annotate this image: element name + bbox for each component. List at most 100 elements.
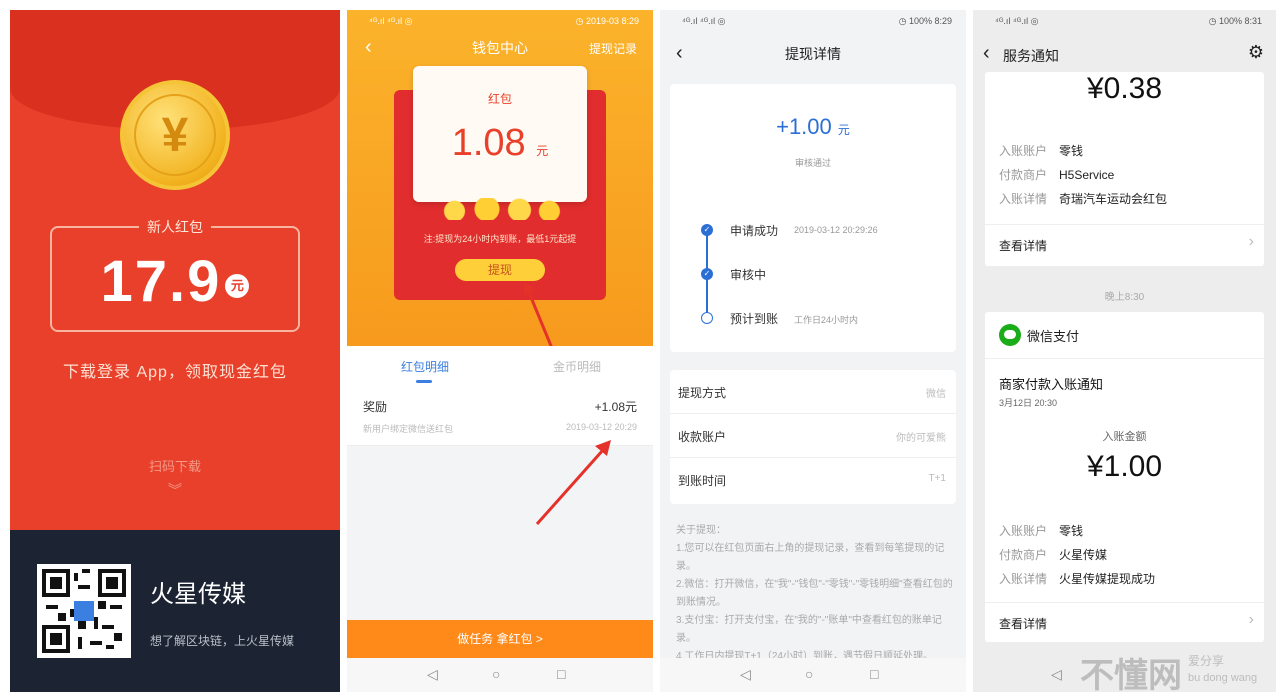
review-status: 审核通过 [794, 158, 831, 168]
row-value: 奇瑞汽车运动会红包 [1059, 192, 1168, 206]
status-time: ◷ 2019-03 8:29 [575, 16, 639, 26]
info-value: 你的可爱熊 [896, 433, 946, 444]
withdraw-amount: +1.00 元 [670, 114, 956, 140]
status-signal: ⁴ᴳ.ıl ⁴ᴳ.ıl ◎ [995, 16, 1039, 26]
row-value: 零钱 [1059, 144, 1084, 158]
service-notice-panel: ⁴ᴳ.ıl ⁴ᴳ.ıl ◎ ◷ 100% 8:31 ‹ 服务通知 ⚙ ¥0.38… [973, 10, 1276, 692]
nav-recents-icon[interactable]: □ [870, 666, 878, 682]
nav-recents-icon[interactable]: □ [557, 666, 565, 682]
message-time: 晚上8:30 [1104, 292, 1145, 303]
note-line: 关于提现： [676, 525, 726, 536]
withdraw-note: 注:提现为24小时内到账，最低1元起提 [423, 234, 577, 244]
gear-icon[interactable]: ⚙ [1248, 42, 1264, 63]
withdraw-notes: 关于提现： 1.您可以在红包页面右上角的提现记录，查看到每笔提现的记录。 2.微… [676, 522, 956, 666]
back-icon[interactable]: ‹ [983, 42, 990, 65]
divider [985, 358, 1264, 359]
step-time: 工作日24小时内 [794, 315, 859, 325]
notice-row: 入账账户 零钱 [999, 142, 1083, 159]
card-amount: 1.08 元 [413, 122, 587, 165]
card-label: 红包 [487, 92, 512, 106]
view-detail-label: 查看详情 [999, 617, 1048, 631]
status-time: ◷ 100% 8:29 [898, 16, 952, 26]
status-bar: ⁴ᴳ.ıl ⁴ᴳ.ıl ◎ ◷ 100% 8:31 [973, 16, 1276, 30]
note-line: 3.支付宝：打开支付宝，在"我的"-"账单"中查看红包的账单记录。 [676, 615, 942, 644]
row-amount: +1.08元 [594, 400, 637, 414]
notice-date: 3月12日 20:30 [999, 398, 1058, 408]
info-value: T+1 [928, 473, 946, 484]
info-row: 到账时间 T+1 [670, 458, 956, 502]
amount-value: 17.9 [100, 249, 222, 314]
notice-nav: ‹ 服务通知 ⚙ [973, 42, 1276, 68]
withdraw-info-card: 提现方式 微信 收款账户 你的可爱熊 到账时间 T+1 [670, 370, 956, 504]
card-amount-value: 1.08 [451, 122, 526, 164]
gold-coin-icon: ¥ [120, 80, 230, 190]
nav-back-icon[interactable]: ◁ [1051, 666, 1062, 683]
download-slogan: 下载登录 App，领取现金红包 [63, 364, 287, 381]
row-key: 付款商户 [999, 168, 1048, 182]
row-value: H5Service [1059, 168, 1115, 182]
view-detail-link[interactable]: 查看详情 › [985, 224, 1264, 264]
notice-row: 入账账户 零钱 [999, 522, 1083, 539]
check-icon: ✓ [701, 268, 713, 280]
in-amount-label: 入账金额 [1102, 431, 1147, 443]
nav-back-icon[interactable]: ◁ [740, 666, 751, 683]
qr-code[interactable] [37, 564, 131, 658]
nav-back-icon[interactable]: ◁ [427, 666, 438, 683]
android-nav-bar: ◁ ○ □ [347, 658, 653, 692]
info-key: 收款账户 [678, 430, 727, 444]
yuan-symbol: ¥ [134, 94, 216, 176]
notice-row: 入账详情 奇瑞汽车运动会红包 [999, 190, 1167, 207]
info-row: 提现方式 微信 [670, 370, 956, 414]
chevron-right-icon: › [1248, 611, 1254, 628]
hongbao-promo-panel: ¥ 新人红包 17.9 元 下载登录 App，领取现金红包 扫码下载 ︾ 火星传… [10, 10, 340, 692]
scan-download-link[interactable]: 扫码下载 [10, 456, 340, 475]
status-signal: ⁴ᴳ.ıl ⁴ᴳ.ıl ◎ [369, 16, 413, 26]
watermark-logo: 不懂网 [1080, 657, 1182, 695]
brand-footer: 火星传媒 想了解区块链，上火星传媒 [10, 530, 340, 692]
notice-row: 付款商户 火星传媒 [999, 546, 1107, 563]
info-key: 到账时间 [678, 474, 727, 488]
view-detail-link[interactable]: 查看详情 › [985, 602, 1264, 642]
chevron-down-icon: ︾ [168, 482, 182, 498]
tab-coin-detail[interactable]: 金币明细 [553, 358, 601, 375]
row-value: 火星传媒 [1059, 548, 1108, 562]
red-arrow-icon [524, 282, 553, 346]
watermark-pinyin: bu dong wang [1188, 672, 1258, 684]
card-unit: 元 [536, 144, 549, 158]
notice-card-1: ¥0.38 入账账户 零钱 付款商户 H5Service 入账详情 奇瑞汽车运动会红包… [985, 72, 1264, 266]
wallet-center-panel: ⁴ᴳ.ıl ⁴ᴳ.ıl ◎ ◷ 2019-03 8:29 ‹ 钱包中心 提现记录… [347, 10, 653, 692]
hongbao-card: 红包 1.08 元 [413, 66, 587, 202]
note-line: 2.微信：打开微信，在"我"-"钱包"-"零钱"-"零钱明细"查看红包的到账情况… [676, 579, 953, 608]
step-time: 2019-03-12 20:29:26 [794, 225, 878, 235]
notice-row: 付款商户 H5Service [999, 166, 1114, 183]
brand-name: 火星传媒 [150, 581, 246, 608]
do-task-button[interactable]: 做任务 拿红包 > [347, 620, 653, 658]
box-title: 新人红包 [139, 219, 211, 235]
detail-tabs: 红包明细 金币明细 [347, 346, 653, 394]
page-title: 提现详情 [785, 46, 841, 62]
step-label: 预计到账 [730, 312, 779, 326]
active-tab-indicator [416, 380, 432, 383]
row-value: 零钱 [1059, 524, 1084, 538]
row-key: 付款商户 [999, 548, 1048, 562]
nav-home-icon[interactable]: ○ [805, 666, 813, 682]
row-key: 入账账户 [999, 144, 1048, 158]
chevron-right-icon: › [1248, 233, 1254, 250]
nav-home-icon[interactable]: ○ [492, 666, 500, 682]
withdraw-record-link[interactable]: 提现记录 [589, 40, 637, 57]
step-label: 申请成功 [730, 224, 779, 238]
wechat-pay-icon [999, 324, 1021, 346]
coins-icon [435, 198, 565, 220]
tab-hongbao-detail[interactable]: 红包明细 [401, 358, 449, 375]
withdraw-button[interactable]: 提现 [455, 259, 545, 281]
status-time: ◷ 100% 8:31 [1208, 16, 1262, 26]
notice-card-2: 微信支付 商家付款入账通知 3月12日 20:30 入账金额 ¥1.00 入账账… [985, 312, 1264, 642]
amount-unit: 元 [837, 123, 850, 137]
wallet-header: ⁴ᴳ.ıl ⁴ᴳ.ıl ◎ ◷ 2019-03 8:29 ‹ 钱包中心 提现记录… [347, 10, 653, 346]
note-line: 1.您可以在红包页面右上角的提现记录，查看到每笔提现的记录。 [676, 543, 945, 572]
top-bar: ⁴ᴳ.ıl ⁴ᴳ.ıl ◎ ◷ 100% 8:29 ‹ 提现详情 [660, 10, 966, 80]
check-icon: ✓ [701, 224, 713, 236]
new-user-hongbao-box: 新人红包 17.9 元 [50, 219, 300, 332]
red-arrow-icon-2 [535, 440, 611, 525]
brand-tagline: 想了解区块链，上火星传媒 [150, 634, 295, 648]
